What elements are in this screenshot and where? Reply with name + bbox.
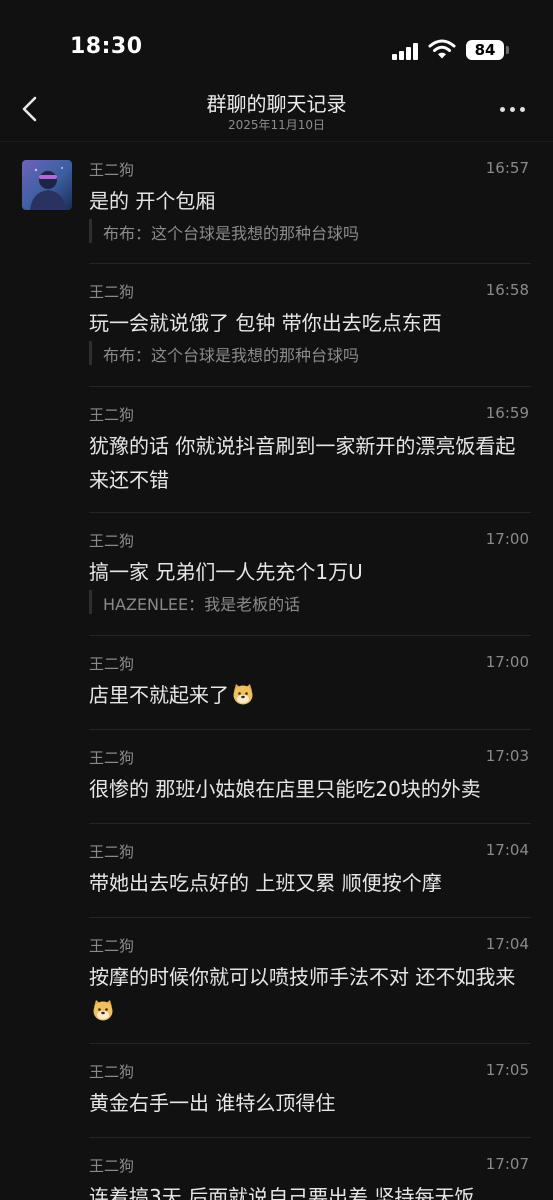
cellular-signal-icon bbox=[392, 42, 420, 60]
message-time: 16:57 bbox=[485, 159, 529, 177]
message-item[interactable]: 王二狗 16:58 玩一会就说饿了 包钟 带你出去吃点东西 布布：这个台球是我想… bbox=[89, 264, 531, 387]
message-item[interactable]: 王二狗 17:04 带她出去吃点好的 上班又累 顺便按个摩 bbox=[89, 824, 531, 918]
more-options-icon[interactable] bbox=[498, 100, 528, 120]
quoted-message[interactable]: HAZENLEE：我是老板的话 bbox=[89, 590, 530, 614]
message-item[interactable]: 王二狗 17:00 店里不就起来了 bbox=[89, 636, 531, 730]
status-time: 18:30 bbox=[70, 34, 143, 59]
battery-icon: 84 bbox=[466, 40, 504, 60]
message-item[interactable]: 王二狗 17:05 黄金右手一出 谁特么顶得住 bbox=[89, 1044, 531, 1138]
nav-bar: 群聊的聊天记录 2025年11月10日 bbox=[0, 80, 553, 142]
message-text: 搞一家 兄弟们一人先充个1万U bbox=[89, 560, 363, 584]
message-text: 是的 开个包厢 bbox=[89, 189, 216, 213]
message-sender: 王二狗 bbox=[89, 1157, 135, 1175]
status-bar: 18:30 84 bbox=[0, 0, 553, 80]
quoted-message[interactable]: 布布：这个台球是我想的那种台球吗 bbox=[89, 219, 530, 243]
message-item[interactable]: 王二狗 16:57 是的 开个包厢 布布：这个台球是我想的那种台球吗 bbox=[89, 142, 531, 264]
quoted-message-text: 布布：这个台球是我想的那种台球吗 bbox=[103, 224, 360, 243]
message-time: 17:04 bbox=[485, 935, 529, 953]
message-sender: 王二狗 bbox=[89, 937, 135, 955]
message-text: 连着搞3天 后面就说自己要出差 坚持每天饭 bbox=[89, 1185, 475, 1200]
message-time: 17:03 bbox=[485, 747, 529, 765]
message-text: 很惨的 那班小姑娘在店里只能吃20块的外卖 bbox=[89, 777, 481, 801]
message-text: 黄金右手一出 谁特么顶得住 bbox=[89, 1091, 336, 1115]
message-list: 王二狗 16:57 是的 开个包厢 布布：这个台球是我想的那种台球吗 王二狗 1… bbox=[0, 142, 553, 1200]
doge-emoji-icon bbox=[93, 1000, 113, 1021]
message-sender: 王二狗 bbox=[89, 406, 135, 424]
message-item[interactable]: 王二狗 17:04 按摩的时候你就可以喷技师手法不对 还不如我来 bbox=[89, 918, 531, 1044]
message-time: 17:00 bbox=[485, 530, 529, 548]
message-text-body: 店里不就起来了 bbox=[89, 683, 229, 707]
page-date: 2025年11月10日 bbox=[227, 118, 326, 132]
message-sender: 王二狗 bbox=[89, 749, 135, 767]
message-item[interactable]: 王二狗 17:07 连着搞3天 后面就说自己要出差 坚持每天饭 bbox=[89, 1138, 531, 1200]
quoted-message[interactable]: 布布：这个台球是我想的那种台球吗 bbox=[89, 341, 530, 365]
message-item[interactable]: 王二狗 16:59 犹豫的话 你就说抖音刷到一家新开的漂亮饭看起来还不错 bbox=[89, 387, 531, 513]
quoted-message-text: 布布：这个台球是我想的那种台球吗 bbox=[103, 346, 360, 365]
message-text: 犹豫的话 你就说抖音刷到一家新开的漂亮饭看起来还不错 bbox=[89, 434, 516, 492]
message-time: 16:58 bbox=[485, 281, 529, 299]
wifi-icon bbox=[428, 39, 456, 59]
message-sender: 王二狗 bbox=[89, 532, 135, 550]
message-sender: 王二狗 bbox=[89, 655, 135, 673]
message-sender: 王二狗 bbox=[89, 161, 135, 179]
message-time: 17:07 bbox=[485, 1155, 529, 1173]
message-text: 按摩的时候你就可以喷技师手法不对 还不如我来 bbox=[89, 960, 527, 1028]
message-time: 17:00 bbox=[485, 653, 529, 671]
chat-history-screen: 18:30 84 群聊的聊天记录 2025年11月10日 王二狗 16:57 是… bbox=[0, 0, 553, 1200]
battery-level: 84 bbox=[474, 41, 496, 59]
message-text: 玩一会就说饿了 包钟 带你出去吃点东西 bbox=[89, 311, 442, 335]
message-item[interactable]: 王二狗 17:03 很惨的 那班小姑娘在店里只能吃20块的外卖 bbox=[89, 730, 531, 824]
message-text-body: 按摩的时候你就可以喷技师手法不对 还不如我来 bbox=[89, 965, 516, 989]
message-time: 17:05 bbox=[485, 1061, 529, 1079]
message-time: 16:59 bbox=[485, 404, 529, 422]
quoted-message-text: HAZENLEE：我是老板的话 bbox=[103, 595, 301, 614]
message-sender: 王二狗 bbox=[89, 843, 135, 861]
message-sender: 王二狗 bbox=[89, 283, 135, 301]
battery-tip bbox=[506, 46, 509, 54]
doge-emoji-icon bbox=[233, 684, 253, 705]
page-title: 群聊的聊天记录 bbox=[206, 92, 347, 116]
message-time: 17:04 bbox=[485, 841, 529, 859]
message-sender: 王二狗 bbox=[89, 1063, 135, 1081]
message-text: 带她出去吃点好的 上班又累 顺便按个摩 bbox=[89, 871, 442, 895]
message-item[interactable]: 王二狗 17:00 搞一家 兄弟们一人先充个1万U HAZENLEE：我是老板的… bbox=[89, 513, 531, 636]
message-text: 店里不就起来了 bbox=[89, 678, 527, 712]
